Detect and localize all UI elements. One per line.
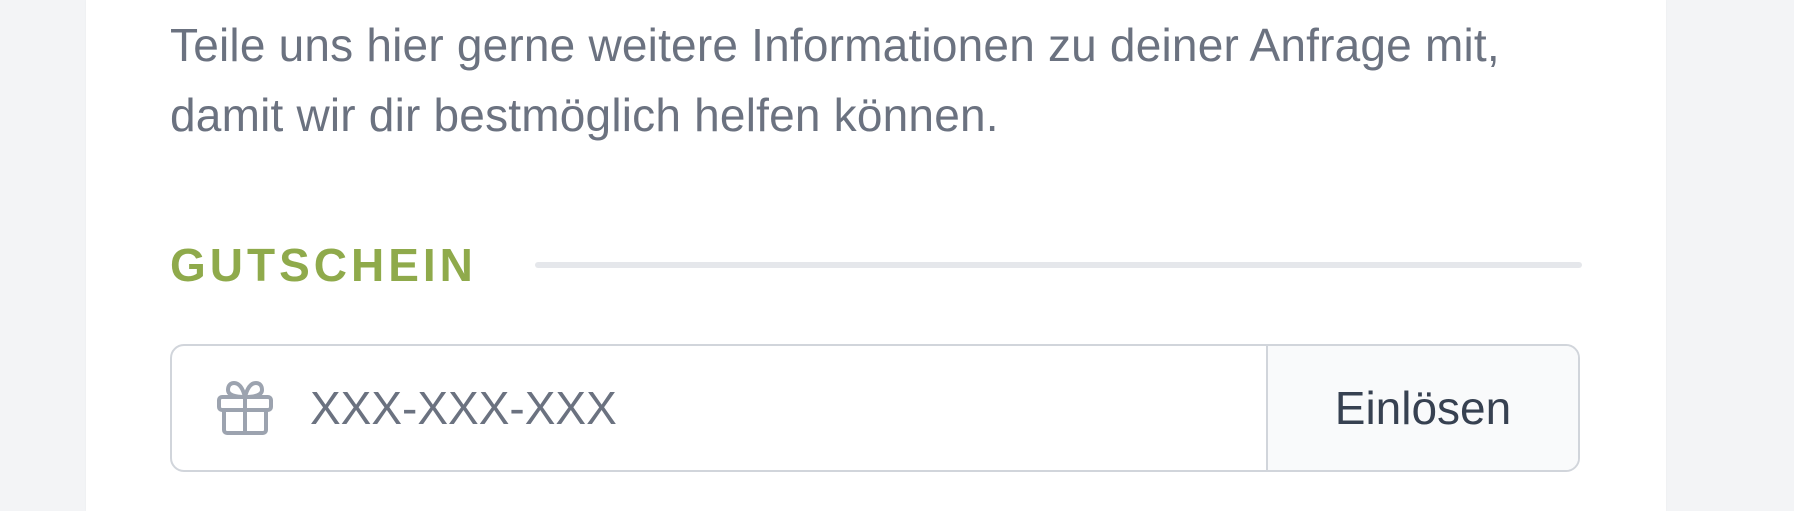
gift-icon — [214, 377, 276, 439]
form-card: Teile uns hier gerne weitere Information… — [86, 0, 1666, 511]
voucher-section-heading: GUTSCHEIN — [170, 238, 1582, 292]
intro-text: Teile uns hier gerne weitere Information… — [170, 19, 1500, 141]
voucher-section-title: GUTSCHEIN — [170, 239, 477, 291]
redeem-button[interactable]: Einlösen — [1268, 346, 1578, 470]
section-divider — [534, 262, 1582, 268]
voucher-field[interactable] — [172, 346, 1268, 470]
voucher-code-input[interactable] — [310, 368, 1210, 448]
voucher-input-group: Einlösen — [170, 344, 1580, 472]
